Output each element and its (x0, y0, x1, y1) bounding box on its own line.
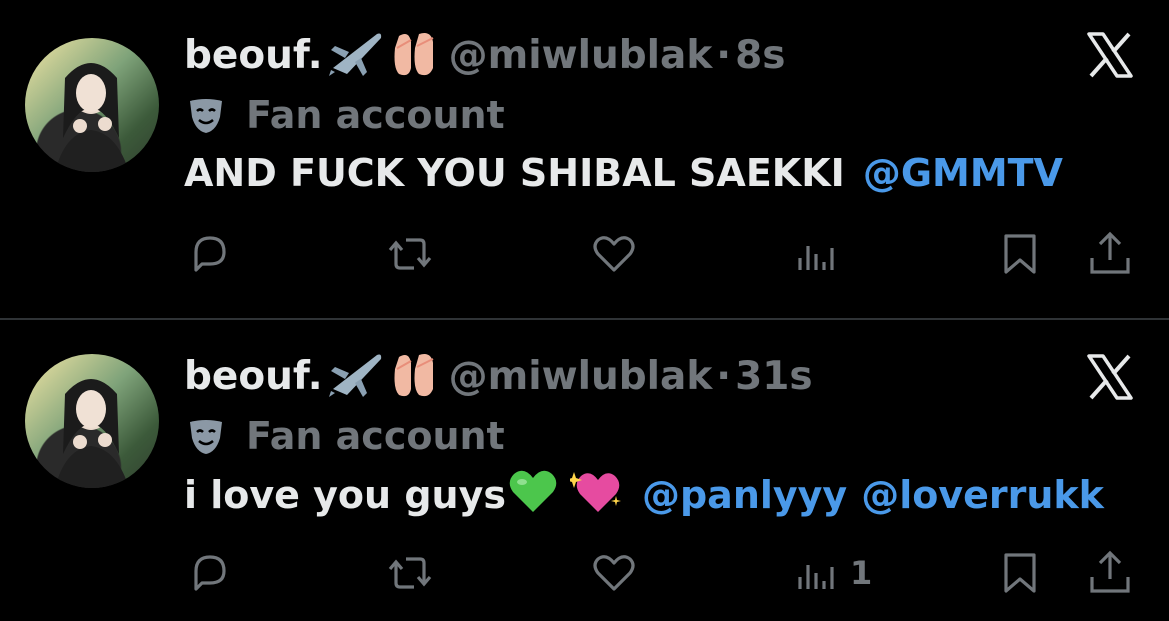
tweet-header: beouf. @miwlublak · 8s (184, 30, 785, 80)
share-icon (1090, 550, 1130, 593)
handle[interactable]: @miwlublak (449, 33, 713, 78)
like-icon (593, 236, 635, 272)
bookmark-button[interactable] (996, 548, 1044, 598)
share-icon (1090, 231, 1130, 274)
bookmark-icon (1004, 234, 1036, 274)
green-heart-emoji (508, 468, 558, 523)
retweet-icon (388, 238, 432, 270)
account-label: Fan account (186, 93, 505, 137)
tweet-body: AND FUCK YOU SHIBAL SAEKKI (184, 151, 845, 195)
retweet-icon (388, 557, 432, 589)
tweet-text: AND FUCK YOU SHIBAL SAEKKI @GMMTV (184, 148, 1063, 198)
views-count: 1 (850, 554, 873, 592)
reply-button[interactable] (186, 229, 234, 279)
account-label-text: Fan account (246, 93, 505, 137)
retweet-button[interactable] (386, 548, 434, 598)
like-button[interactable] (590, 229, 638, 279)
tweet-body: i love you guys (184, 473, 506, 517)
like-button[interactable] (590, 548, 638, 598)
x-logo-icon[interactable] (1085, 30, 1135, 80)
avatar[interactable] (25, 354, 159, 488)
account-label: Fan account (186, 414, 505, 458)
handle[interactable]: @miwlublak (449, 354, 713, 399)
mention-link[interactable]: @GMMTV (863, 151, 1063, 195)
airplane-emoji (327, 28, 385, 82)
reply-button[interactable] (186, 548, 234, 598)
action-bar: 1 (0, 548, 1169, 598)
display-name[interactable]: beouf. (184, 354, 323, 399)
account-label-text: Fan account (246, 414, 505, 458)
theater-mask-icon (190, 99, 222, 133)
ballet-shoes-emoji (389, 349, 441, 403)
tweet[interactable]: beouf. @miwlublak · 31s Fan account i lo… (0, 320, 1169, 621)
separator-dot: · (716, 353, 732, 399)
bookmark-button[interactable] (996, 229, 1044, 279)
views-icon (798, 565, 834, 589)
bookmark-icon (1004, 553, 1036, 593)
timestamp[interactable]: 31s (735, 354, 813, 399)
tweet-header: beouf. @miwlublak · 31s (184, 351, 813, 401)
theater-mask-icon (190, 420, 222, 454)
display-name[interactable]: beouf. (184, 33, 323, 78)
like-icon (593, 555, 635, 591)
reply-icon (194, 555, 226, 591)
ballet-shoes-emoji (389, 28, 441, 82)
sparkling-heart-emoji (565, 466, 624, 525)
separator-dot: · (716, 32, 732, 78)
tweet-text: i love you guys @panlyyy @loverrukk (184, 470, 1104, 520)
action-bar (0, 229, 1169, 279)
x-logo-icon[interactable] (1085, 352, 1135, 402)
views-button[interactable] (792, 229, 850, 279)
avatar[interactable] (25, 38, 159, 172)
views-icon (798, 246, 834, 270)
reply-icon (194, 236, 226, 272)
timestamp[interactable]: 8s (735, 33, 785, 78)
airplane-emoji (327, 349, 385, 403)
retweet-button[interactable] (386, 229, 434, 279)
mention-link[interactable]: @panlyyy (642, 473, 847, 517)
share-button[interactable] (1086, 548, 1134, 598)
tweet[interactable]: beouf. @miwlublak · 8s Fan account AND F… (0, 0, 1169, 318)
mention-link[interactable]: @loverrukk (861, 473, 1104, 517)
views-button[interactable]: 1 (792, 548, 872, 598)
share-button[interactable] (1086, 229, 1134, 279)
